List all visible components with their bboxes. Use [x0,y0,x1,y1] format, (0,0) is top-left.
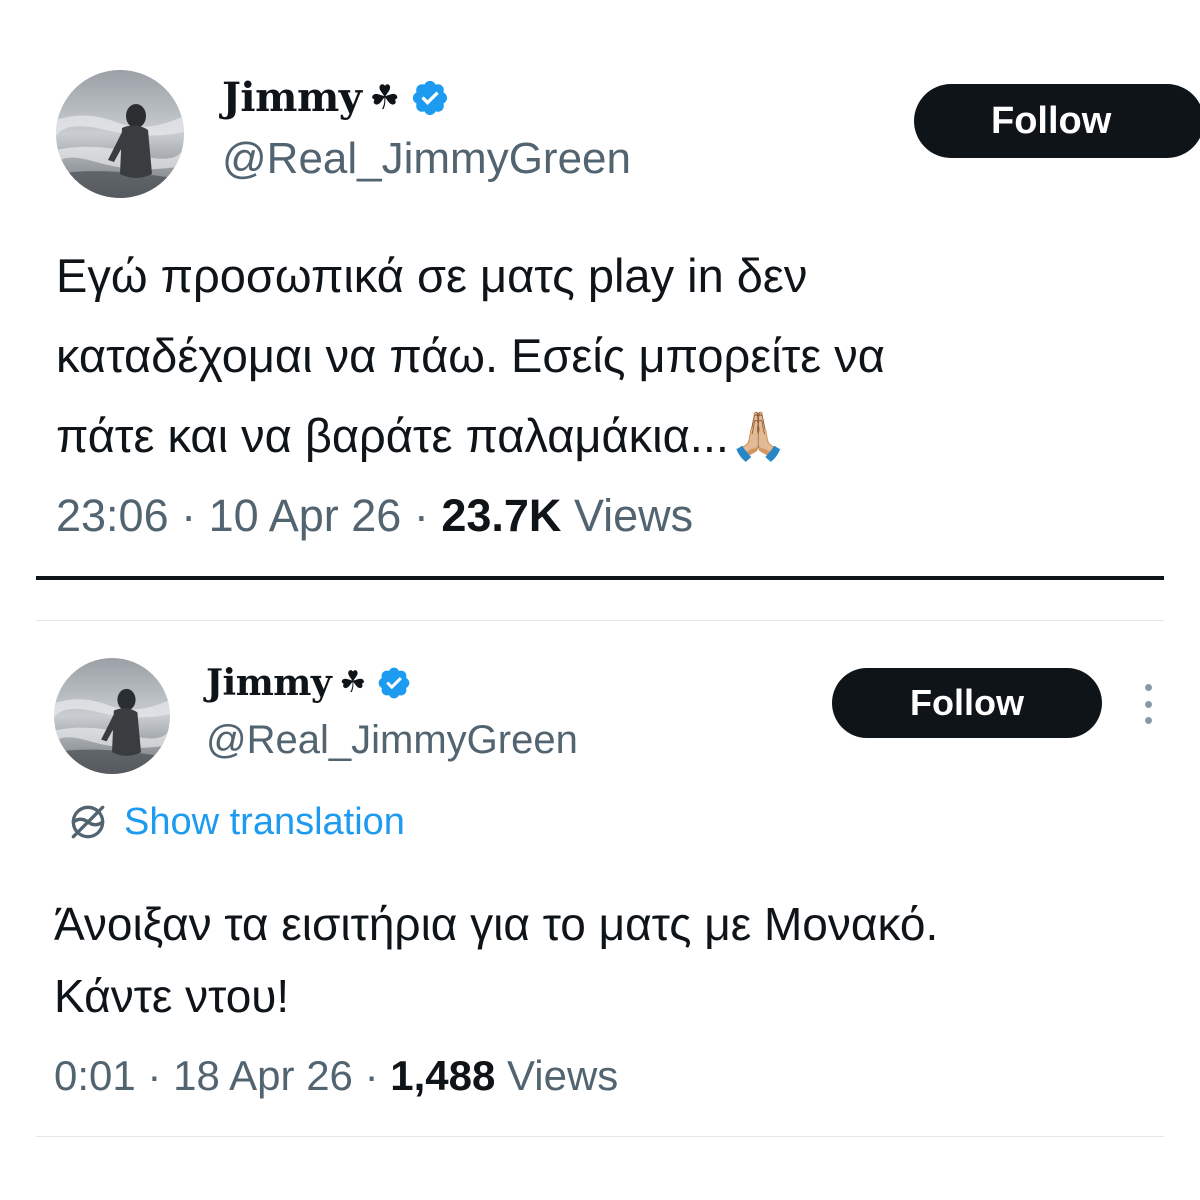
tweet-2[interactable]: Jimmy ☘ @Real_JimmyGreen Follow Show tra… [0,600,1200,1200]
tweet-separator [36,1136,1164,1137]
display-name[interactable]: Jimmy [222,74,362,121]
collage-divider [36,576,1164,580]
meta-separator: · [413,490,429,541]
more-options-icon[interactable] [1136,684,1160,724]
tweet-date[interactable]: 10 Apr 26 [209,490,402,541]
avatar[interactable] [54,658,170,774]
views-count: 1,488 [390,1052,496,1099]
meta-separator: · [181,490,197,541]
meta-separator: · [147,1052,162,1099]
views-label: Views [573,490,694,541]
display-name[interactable]: Jimmy [206,662,332,704]
tweet-date[interactable]: 18 Apr 26 [173,1052,353,1099]
views-label: Views [507,1052,619,1099]
follow-button[interactable]: Follow [832,668,1102,738]
follow-button[interactable]: Follow [914,84,1200,158]
meta-separator: · [364,1052,379,1099]
tweet-text: Εγώ προσωπικά σε ματς play in δεν καταδέ… [56,249,885,462]
tweet-text: Άνοιξαν τα εισιτήρια για το ματς με Μονα… [54,898,939,1022]
shamrock-icon: ☘ [369,78,400,117]
verified-badge-icon [378,667,410,699]
tweet-meta: 23:06 · 10 Apr 26 · 23.7K Views [56,490,693,542]
shamrock-icon: ☘ [339,666,367,699]
tweet-time[interactable]: 0:01 [54,1052,136,1099]
user-handle[interactable]: @Real_JimmyGreen [206,718,578,763]
show-translation-link[interactable]: Show translation [66,800,405,844]
tweet-meta: 0:01 · 18 Apr 26 · 1,488 Views [54,1052,618,1100]
tweet-time[interactable]: 23:06 [56,490,169,541]
show-translation-label[interactable]: Show translation [124,801,405,844]
verified-badge-icon [412,80,448,115]
views-count: 23.7K [441,490,562,541]
translate-globe-icon [71,805,105,839]
user-handle[interactable]: @Real_JimmyGreen [222,134,631,184]
avatar[interactable] [56,70,184,198]
tweet-1[interactable]: Jimmy ☘ @Real_JimmyGreen Follow Εγώ προσ… [0,0,1200,600]
